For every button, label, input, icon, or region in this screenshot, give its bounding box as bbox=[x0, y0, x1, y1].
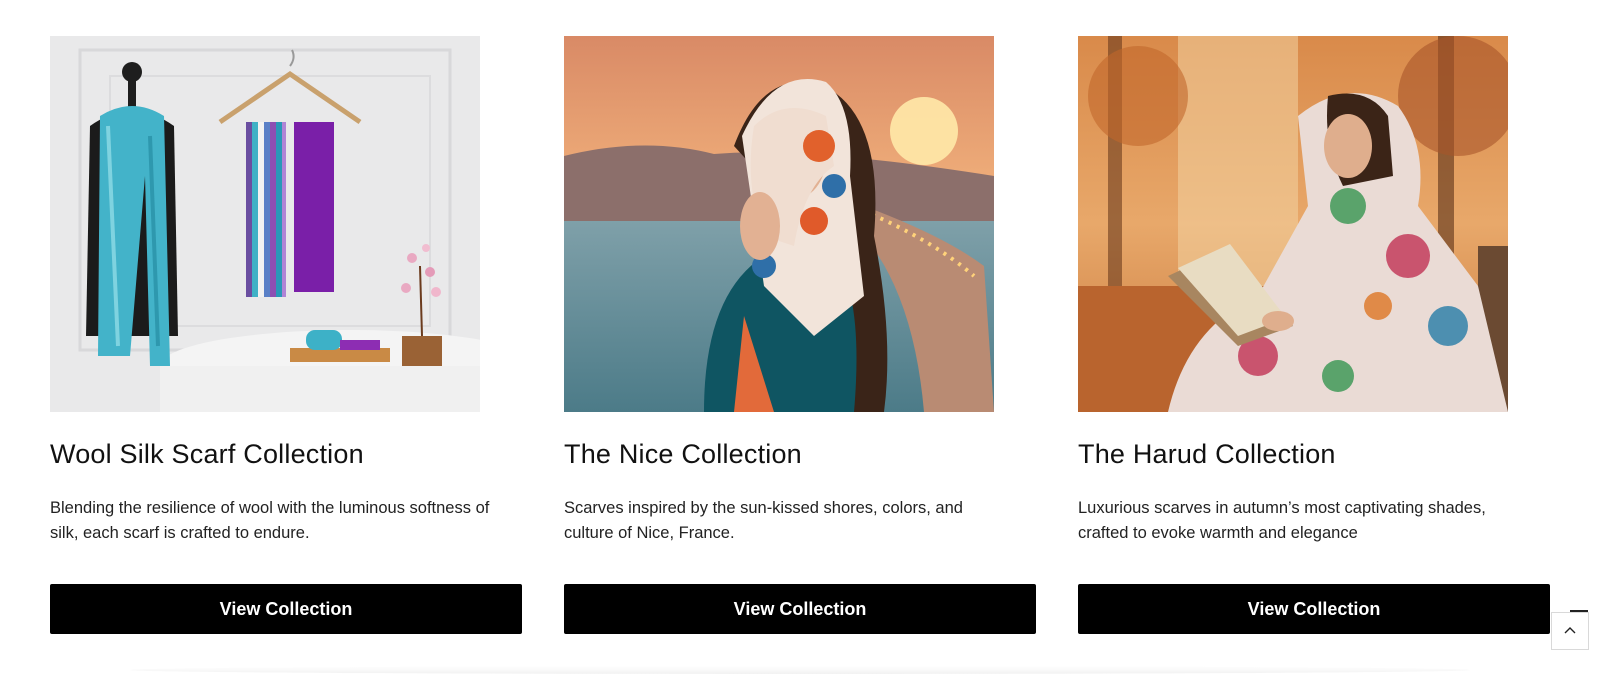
view-collection-button[interactable]: View Collection bbox=[50, 584, 522, 634]
nice-sunset-scene bbox=[564, 36, 994, 412]
collection-title: The Harud Collection bbox=[1078, 439, 1336, 469]
back-to-top-button[interactable] bbox=[1551, 612, 1589, 650]
collection-card-wool-silk: Wool Silk Scarf Collection Blending the … bbox=[50, 36, 522, 634]
collection-image-nice[interactable] bbox=[564, 36, 994, 412]
collection-title: Wool Silk Scarf Collection bbox=[50, 439, 364, 469]
view-collection-button[interactable]: View Collection bbox=[564, 584, 1036, 634]
section-bottom-shadow bbox=[130, 666, 1470, 674]
collection-card-harud: The Harud Collection Luxurious scarves i… bbox=[1078, 36, 1550, 634]
collection-description: Blending the resilience of wool with the… bbox=[50, 499, 490, 542]
collection-title: The Nice Collection bbox=[564, 439, 802, 469]
collection-image-wool-silk[interactable] bbox=[50, 36, 480, 412]
collection-description: Scarves inspired by the sun-kissed shore… bbox=[564, 499, 963, 542]
harud-autumn-scene bbox=[1078, 36, 1508, 412]
collections-page: Wool Silk Scarf Collection Blending the … bbox=[0, 0, 1600, 674]
collection-description: Luxurious scarves in autumn’s most capti… bbox=[1078, 499, 1486, 542]
wool-silk-scene bbox=[50, 36, 480, 412]
view-collection-button[interactable]: View Collection bbox=[1078, 584, 1550, 634]
collection-card-nice: The Nice Collection Scarves inspired by … bbox=[564, 36, 1036, 634]
chevron-up-icon bbox=[1564, 627, 1576, 634]
collection-image-harud[interactable] bbox=[1078, 36, 1508, 412]
collections-grid: Wool Silk Scarf Collection Blending the … bbox=[50, 36, 1550, 634]
